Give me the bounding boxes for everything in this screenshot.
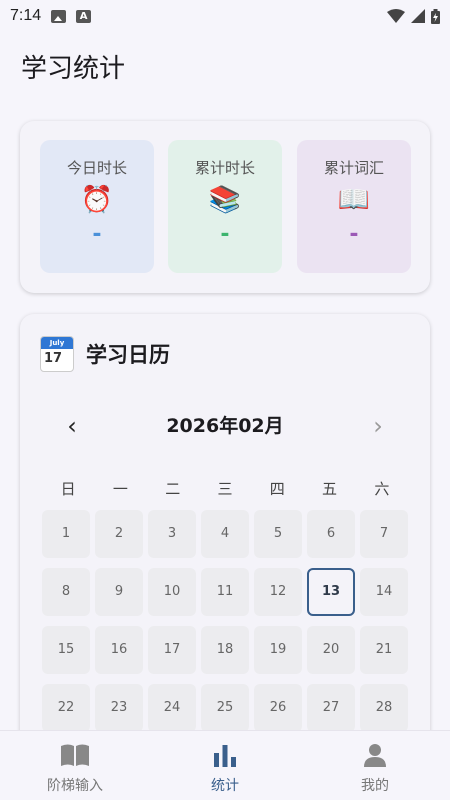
day-cell[interactable]: 28: [360, 684, 408, 732]
calendar-icon-day: 17: [44, 351, 63, 366]
bottom-nav: 阶梯输入 统计 我的: [0, 730, 450, 800]
weekday-label: 一: [112, 480, 128, 498]
month-nav: ‹ 2026年02月 ›: [20, 410, 430, 442]
chevron-right-icon[interactable]: ›: [366, 410, 390, 442]
day-cell[interactable]: 16: [95, 626, 143, 674]
status-time: 7:14: [10, 7, 42, 24]
day-cell[interactable]: 19: [254, 626, 302, 674]
day-cell[interactable]: 4: [201, 510, 249, 558]
day-cell[interactable]: 11: [201, 568, 249, 616]
app-notification-icon: A: [76, 9, 92, 23]
stat-value: -: [92, 222, 102, 247]
stat-label: 累计时长: [194, 159, 255, 177]
stat-label: 累计词汇: [323, 159, 384, 177]
status-right: [387, 8, 440, 24]
stat-label: 今日时长: [66, 159, 127, 177]
nav-item-statistics[interactable]: 统计: [150, 731, 300, 800]
open-book-icon: 📖: [337, 185, 371, 215]
day-cell[interactable]: 21: [360, 626, 408, 674]
day-cell[interactable]: 10: [148, 568, 196, 616]
weekday-label: 三: [217, 480, 233, 498]
nav-label: 我的: [361, 778, 389, 794]
day-cell[interactable]: 14: [360, 568, 408, 616]
weekday-label: 日: [60, 480, 76, 498]
alarm-clock-icon: ⏰: [80, 185, 114, 215]
stat-value: -: [349, 222, 359, 247]
nav-item-profile[interactable]: 我的: [300, 731, 450, 800]
weekday-label: 六: [374, 480, 390, 498]
nav-item-ladder-input[interactable]: 阶梯输入: [0, 731, 150, 800]
calendar-icon: July 17: [40, 336, 74, 372]
battery-icon: [431, 8, 440, 24]
stat-total-vocabulary: 累计词汇 📖 -: [297, 140, 411, 273]
nav-label: 阶梯输入: [47, 778, 103, 794]
status-bar: 7:14 A: [0, 0, 450, 32]
day-cell[interactable]: 24: [148, 684, 196, 732]
day-cell[interactable]: 25: [201, 684, 249, 732]
calendar-card: July 17 学习日历 ‹ 2026年02月 › 日一二三四五六 123456…: [20, 314, 430, 784]
nav-label: 统计: [211, 778, 239, 794]
weekday-label: 二: [165, 480, 181, 498]
page-title: 学习统计: [21, 54, 126, 84]
person-icon: [300, 743, 450, 767]
day-cell[interactable]: 15: [42, 626, 90, 674]
day-cell-today[interactable]: 13: [307, 568, 355, 616]
stat-value: -: [220, 222, 230, 247]
stat-total-duration: 累计时长 📚 -: [168, 140, 282, 273]
calendar-header: July 17 学习日历: [40, 336, 170, 372]
day-cell[interactable]: 2: [95, 510, 143, 558]
day-cell[interactable]: 17: [148, 626, 196, 674]
image-notification-icon: [51, 9, 67, 23]
day-cell[interactable]: 1: [42, 510, 90, 558]
status-left: 7:14 A: [10, 7, 92, 25]
wifi-icon: [387, 9, 405, 23]
books-icon: 📚: [208, 185, 242, 215]
day-cell[interactable]: 18: [201, 626, 249, 674]
weekday-label: 五: [322, 480, 338, 498]
day-cell[interactable]: 22: [42, 684, 90, 732]
day-cell[interactable]: 9: [95, 568, 143, 616]
day-cell[interactable]: 5: [254, 510, 302, 558]
calendar-title: 学习日历: [86, 343, 170, 367]
signal-icon: [411, 9, 425, 23]
weekday-header: 日一二三四五六: [42, 478, 408, 499]
day-cell[interactable]: 7: [360, 510, 408, 558]
stat-today-duration: 今日时长 ⏰ -: [40, 140, 154, 273]
weekday-label: 四: [269, 480, 285, 498]
day-cell[interactable]: 3: [148, 510, 196, 558]
book-icon: [0, 743, 150, 767]
calendar-icon-month: July: [41, 337, 73, 349]
day-cell[interactable]: 6: [307, 510, 355, 558]
stats-card: 今日时长 ⏰ - 累计时长 📚 - 累计词汇 📖 -: [20, 121, 430, 293]
day-cell[interactable]: 8: [42, 568, 90, 616]
day-cell[interactable]: 26: [254, 684, 302, 732]
day-cell[interactable]: 20: [307, 626, 355, 674]
days-grid: 1 2 3 4 5 6 7 8 9 10 11 12 13 14 15 16 17 18 19 20 21 22 23 24 2…: [42, 510, 414, 750]
day-cell[interactable]: 27: [307, 684, 355, 732]
day-cell[interactable]: 23: [95, 684, 143, 732]
bar-chart-icon: [150, 743, 300, 767]
day-cell[interactable]: 12: [254, 568, 302, 616]
